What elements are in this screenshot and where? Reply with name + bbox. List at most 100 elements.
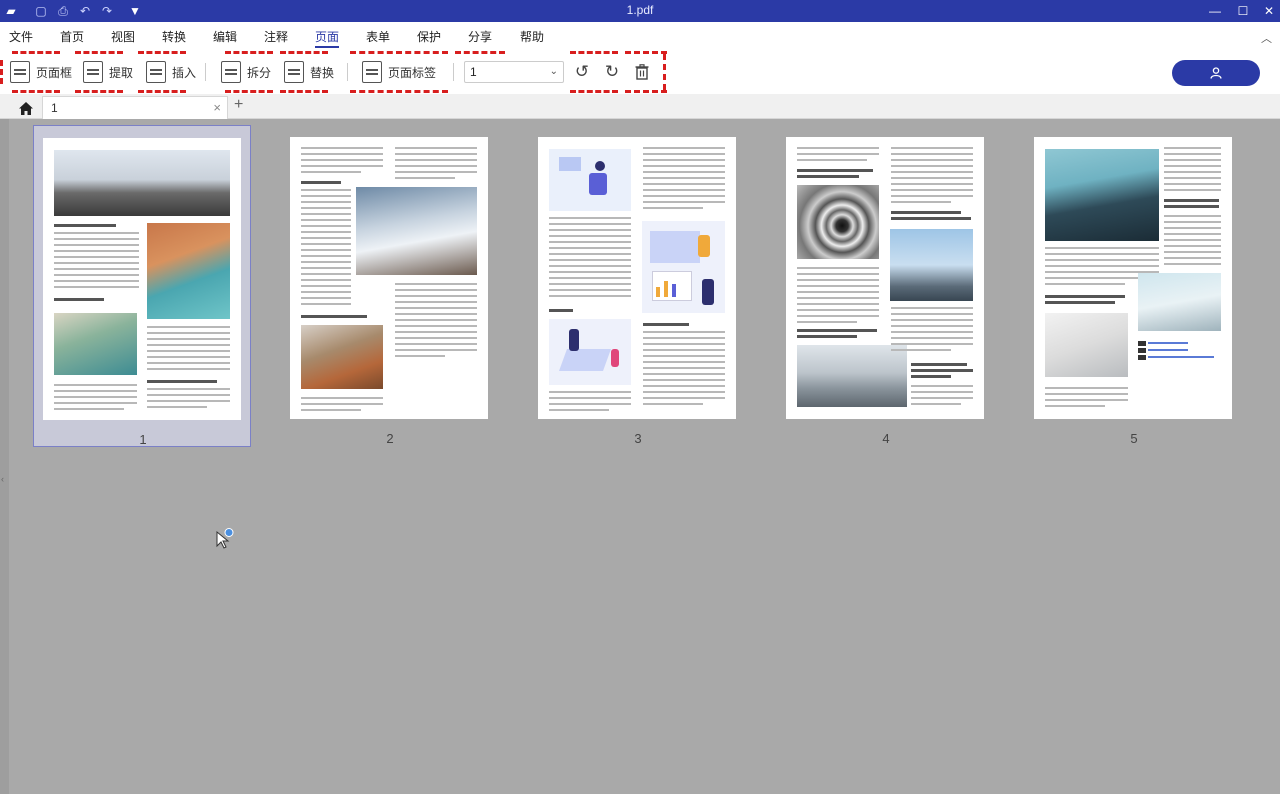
text-line xyxy=(549,235,631,237)
text-line xyxy=(797,297,879,299)
extract-button[interactable]: 提取 xyxy=(83,59,133,85)
text-line xyxy=(891,349,951,351)
page-thumbnail[interactable]: 3 xyxy=(529,125,747,447)
text-line xyxy=(147,388,230,390)
rotate-left-button[interactable]: ↺ xyxy=(572,62,592,82)
delete-page-button[interactable] xyxy=(632,62,652,82)
text-line xyxy=(147,394,230,396)
text-line xyxy=(395,153,477,155)
document-tab[interactable]: 1 × xyxy=(42,96,228,119)
replace-label: 替换 xyxy=(310,65,335,80)
menu-share[interactable]: 分享 xyxy=(468,28,492,45)
minimize-icon[interactable]: — xyxy=(1200,0,1230,22)
account-button[interactable] xyxy=(1172,60,1260,86)
text-line xyxy=(1045,405,1105,407)
collapse-ribbon-icon[interactable]: ︿ xyxy=(1261,30,1272,46)
text-line xyxy=(549,277,631,279)
text-line xyxy=(301,243,351,245)
menu-home[interactable]: 首页 xyxy=(60,28,84,45)
text-line xyxy=(301,195,351,197)
text-line xyxy=(54,232,139,234)
text-line xyxy=(395,289,477,291)
beach-image xyxy=(54,150,230,216)
text-line xyxy=(301,207,351,209)
menu-file[interactable]: 文件 xyxy=(9,28,33,45)
text-line xyxy=(301,273,351,275)
user-icon xyxy=(1210,67,1222,79)
text-line xyxy=(891,165,973,167)
page-preview xyxy=(538,137,736,419)
close-tab-icon[interactable]: × xyxy=(213,100,221,115)
add-tab-icon[interactable]: + xyxy=(234,96,243,114)
illustration-dashboard xyxy=(642,221,725,313)
text-line xyxy=(54,280,139,282)
text-line xyxy=(1164,239,1221,241)
text-heading xyxy=(891,211,961,214)
text-line xyxy=(911,391,973,393)
menu-help[interactable]: 帮助 xyxy=(520,28,544,45)
page-thumbnail[interactable]: 5 xyxy=(1025,125,1243,447)
text-line xyxy=(1164,263,1221,265)
text-line xyxy=(891,183,973,185)
text-line xyxy=(395,307,477,309)
split-page-icon xyxy=(221,61,241,83)
menu-page[interactable]: 页面 xyxy=(315,28,340,48)
page-preview xyxy=(1034,137,1232,419)
home-tab[interactable] xyxy=(12,97,40,119)
text-line xyxy=(301,159,383,161)
rotate-right-button[interactable]: ↻ xyxy=(602,62,622,82)
text-heading xyxy=(797,169,873,172)
close-icon[interactable]: ✕ xyxy=(1254,0,1280,22)
text-line xyxy=(911,397,973,399)
home-icon xyxy=(19,101,33,115)
page-labels-button[interactable]: 页面标签 xyxy=(362,59,436,85)
text-line xyxy=(1164,233,1221,235)
text-line xyxy=(1164,221,1221,223)
menu-edit[interactable]: 编辑 xyxy=(213,28,237,45)
page-thumbnail[interactable]: 2 xyxy=(281,125,499,447)
text-line xyxy=(891,307,973,309)
menu-form[interactable]: 表单 xyxy=(366,28,390,45)
text-line xyxy=(1045,253,1159,255)
left-panel-toggle[interactable]: ‹ xyxy=(0,119,9,794)
text-line xyxy=(147,344,230,346)
insert-button[interactable]: 插入 xyxy=(146,59,196,85)
split-button[interactable]: 拆分 xyxy=(221,59,271,85)
menu-protect[interactable]: 保护 xyxy=(417,28,441,45)
text-line xyxy=(301,249,351,251)
text-line xyxy=(549,295,631,297)
menu-convert[interactable]: 转换 xyxy=(162,28,186,45)
text-line xyxy=(301,225,351,227)
text-line xyxy=(395,171,477,173)
text-line xyxy=(797,153,879,155)
text-line xyxy=(549,217,631,219)
page-thumbnail[interactable]: 1 xyxy=(33,125,251,447)
crop-pages-button[interactable]: 页面框 xyxy=(10,59,72,85)
highlight-dash xyxy=(625,90,667,93)
toolbar-divider xyxy=(347,63,348,81)
menu-view[interactable]: 视图 xyxy=(111,28,135,45)
text-line xyxy=(147,368,230,370)
text-line xyxy=(301,213,351,215)
text-line xyxy=(1045,265,1159,267)
text-line xyxy=(643,367,725,369)
text-line xyxy=(643,391,725,393)
page-thumbnail[interactable]: 4 xyxy=(777,125,995,447)
toolbar-divider xyxy=(453,63,454,81)
text-line xyxy=(643,159,725,161)
spiral-staircase-image xyxy=(797,185,879,259)
highlight-dash xyxy=(625,51,667,54)
highlight-dash xyxy=(138,90,186,93)
text-line xyxy=(301,297,351,299)
aerial-coast-image xyxy=(147,223,230,319)
text-line xyxy=(911,403,961,405)
glass-building-image xyxy=(1138,273,1221,331)
replace-button[interactable]: 替换 xyxy=(284,59,334,85)
illustration-person-laptop xyxy=(549,149,631,211)
page-range-select[interactable]: 1 ⌄ xyxy=(464,61,564,83)
text-line xyxy=(54,390,137,392)
contact-icon xyxy=(1138,355,1146,360)
contact-icon xyxy=(1138,341,1146,346)
menu-comment[interactable]: 注释 xyxy=(264,28,288,45)
text-heading xyxy=(1045,301,1115,304)
